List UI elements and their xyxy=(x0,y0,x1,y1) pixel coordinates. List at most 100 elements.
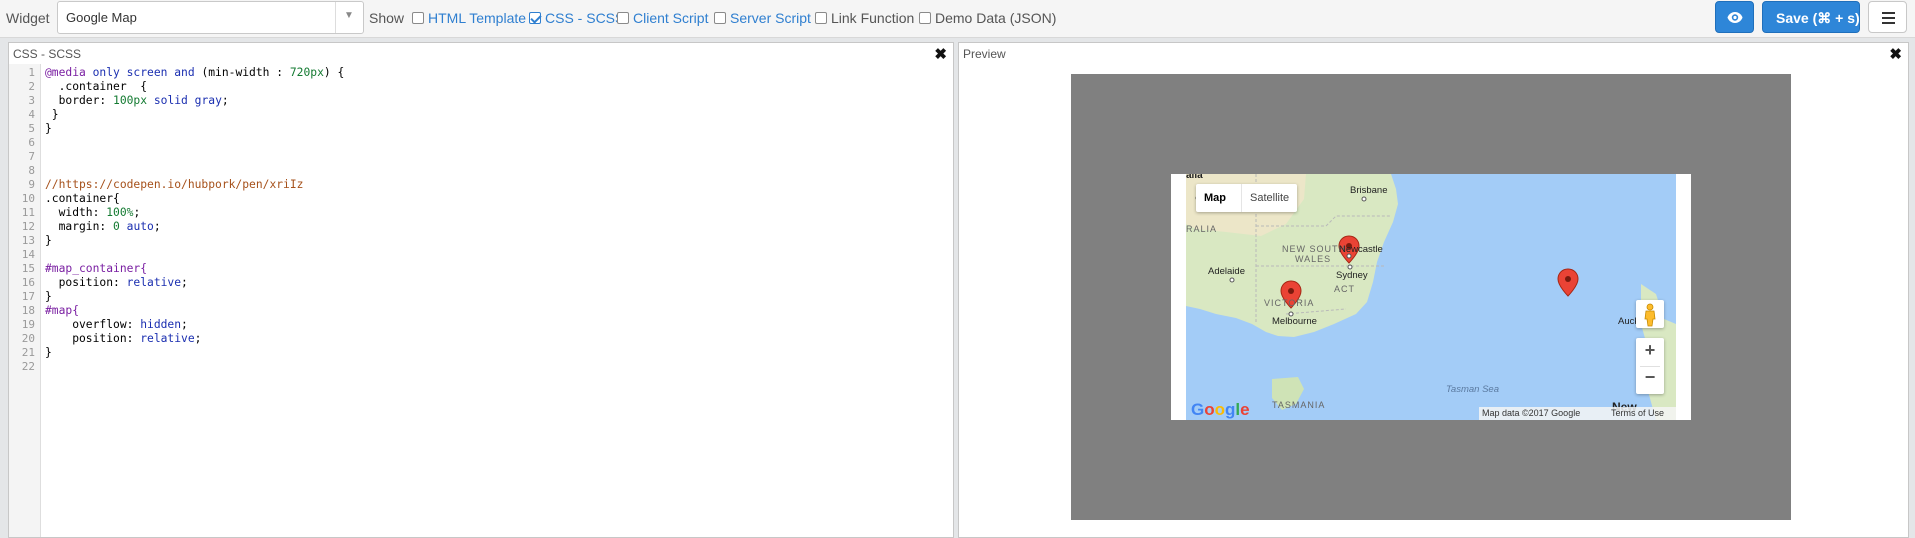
zoom-out-button[interactable]: − xyxy=(1636,367,1664,388)
pegman-icon xyxy=(1644,303,1656,327)
css-panel-header: CSS - SCSS ✖ xyxy=(9,43,953,63)
map-type-map-button[interactable]: Map xyxy=(1204,192,1226,204)
place-label: VICTORIA xyxy=(1264,298,1315,308)
menu-button[interactable] xyxy=(1868,1,1907,33)
zoom-in-button[interactable]: + xyxy=(1636,340,1664,361)
place-label: TASMANIA xyxy=(1272,400,1326,410)
map-type-satellite-button[interactable]: Satellite xyxy=(1250,192,1289,204)
css-panel-title: CSS - SCSS xyxy=(13,47,82,61)
map-type-control: Map Satellite xyxy=(1196,184,1297,212)
google-logo: Google xyxy=(1191,400,1250,419)
google-map[interactable]: Google alia Brisbane RALIA NEW SOUTH WAL… xyxy=(1186,174,1676,420)
line-number: 1 xyxy=(28,66,35,79)
line-number: 10 xyxy=(21,192,35,205)
widget-select[interactable]: Google Map ▼ xyxy=(57,1,364,34)
preview-container: Google alia Brisbane RALIA NEW SOUTH WAL… xyxy=(1171,174,1691,420)
place-label: WALES xyxy=(1295,254,1332,264)
map-type-separator xyxy=(1241,184,1242,212)
code-line: } xyxy=(45,290,52,303)
preview-gray-border: Google alia Brisbane RALIA NEW SOUTH WAL… xyxy=(1071,74,1791,520)
close-icon[interactable]: ✖ xyxy=(1889,45,1902,63)
code-line: #map_container{ xyxy=(45,262,148,275)
line-number: 20 xyxy=(21,332,35,345)
line-number: 18 xyxy=(21,304,35,317)
line-number: 17 xyxy=(21,290,35,303)
show-label: Show xyxy=(369,10,405,26)
line-number: 4 xyxy=(28,108,35,121)
line-number: 16 xyxy=(21,276,35,289)
line-number: 6 xyxy=(28,136,35,149)
code-line: width: 100%; xyxy=(45,206,141,219)
line-number: 2 xyxy=(28,80,35,93)
zoom-control: + − xyxy=(1636,338,1664,394)
checkbox-link-function[interactable] xyxy=(815,12,827,24)
line-number: 13 xyxy=(21,234,35,247)
option-server-script[interactable]: Server Script xyxy=(730,10,811,26)
option-client-script[interactable]: Client Script xyxy=(633,10,708,26)
map-attribution: Map data ©2017 Google Terms of Use xyxy=(1479,407,1676,420)
code-line: #map{ xyxy=(45,304,80,317)
checkbox-client-script[interactable] xyxy=(617,12,629,24)
code-line: .container { xyxy=(45,80,148,93)
save-button[interactable]: Save (⌘ + s) xyxy=(1762,1,1860,33)
line-number: 22 xyxy=(21,360,35,373)
map-data-credit: Map data ©2017 Google xyxy=(1482,408,1581,418)
code-line: overflow: hidden; xyxy=(45,318,188,331)
place-label: NEW SOUTH xyxy=(1282,244,1346,254)
css-scss-panel: CSS - SCSS ✖ 1 2 3 4 5 6 7 8 9 10 11 12 … xyxy=(8,42,954,538)
place-label: Brisbane xyxy=(1350,185,1388,196)
line-number: 3 xyxy=(28,94,35,107)
line-number: 19 xyxy=(21,318,35,331)
terms-of-use-link[interactable]: Terms of Use xyxy=(1611,408,1664,418)
preview-button[interactable] xyxy=(1715,1,1754,33)
checkbox-html-template[interactable] xyxy=(412,12,424,24)
place-label: alia xyxy=(1186,174,1203,181)
code-line: margin: 0 auto; xyxy=(45,220,161,233)
preview-panel-title: Preview xyxy=(963,47,1006,61)
place-label: Melbourne xyxy=(1272,316,1317,327)
toolbar: Widget Google Map ▼ Show HTML Template C… xyxy=(0,0,1915,38)
line-number: 8 xyxy=(28,164,35,177)
preview-panel: Preview ✖ Google alia Brisbane RALIA NEW… xyxy=(958,42,1909,538)
code-line: .container{ xyxy=(45,192,120,205)
place-label: Adelaide xyxy=(1208,266,1245,277)
widget-select-value: Google Map xyxy=(66,10,137,25)
widget-label: Widget xyxy=(6,10,50,26)
code-line: @media only screen and (min-width : 720p… xyxy=(45,66,345,79)
line-number: 21 xyxy=(21,346,35,359)
code-line: } xyxy=(45,346,52,359)
code-editor[interactable]: @media only screen and (min-width : 720p… xyxy=(42,64,953,537)
option-html-template[interactable]: HTML Template xyxy=(428,10,526,26)
line-number: 7 xyxy=(28,150,35,163)
code-line: border: 100px solid gray; xyxy=(45,94,229,107)
line-number: 14 xyxy=(21,248,35,261)
option-css-scss[interactable]: CSS - SCSS xyxy=(545,10,624,26)
place-label: ACT xyxy=(1334,284,1355,294)
place-label: Sydney xyxy=(1336,270,1368,281)
checkbox-css-scss[interactable] xyxy=(529,12,541,24)
code-line: position: relative; xyxy=(45,276,188,289)
option-demo-data[interactable]: Demo Data (JSON) xyxy=(935,10,1056,26)
place-label: Newcastle xyxy=(1339,244,1383,255)
code-line: } xyxy=(45,108,59,121)
line-number: 5 xyxy=(28,122,35,135)
save-button-label: Save (⌘ + s) xyxy=(1776,10,1860,26)
checkbox-demo-data[interactable] xyxy=(919,12,931,24)
code-line: } xyxy=(45,122,52,135)
checkbox-server-script[interactable] xyxy=(714,12,726,24)
line-number-gutter: 1 2 3 4 5 6 7 8 9 10 11 12 13 14 15 16 1… xyxy=(9,64,41,537)
eye-icon xyxy=(1727,12,1743,23)
chevron-down-icon[interactable]: ▼ xyxy=(344,10,354,21)
place-label: Tasman Sea xyxy=(1446,384,1499,395)
line-number: 12 xyxy=(21,220,35,233)
close-icon[interactable]: ✖ xyxy=(934,45,947,63)
place-label: RALIA xyxy=(1186,224,1218,234)
svg-text:Google: Google xyxy=(1191,400,1250,419)
code-comment: //https://codepen.io/hubpork/pen/xriIz xyxy=(45,178,304,191)
line-number: 15 xyxy=(21,262,35,275)
line-number: 11 xyxy=(21,206,35,219)
place-label: Auckland xyxy=(1618,316,1636,327)
code-line: position: relative; xyxy=(45,332,202,345)
option-link-function[interactable]: Link Function xyxy=(831,10,914,26)
street-view-pegman[interactable] xyxy=(1636,300,1664,328)
